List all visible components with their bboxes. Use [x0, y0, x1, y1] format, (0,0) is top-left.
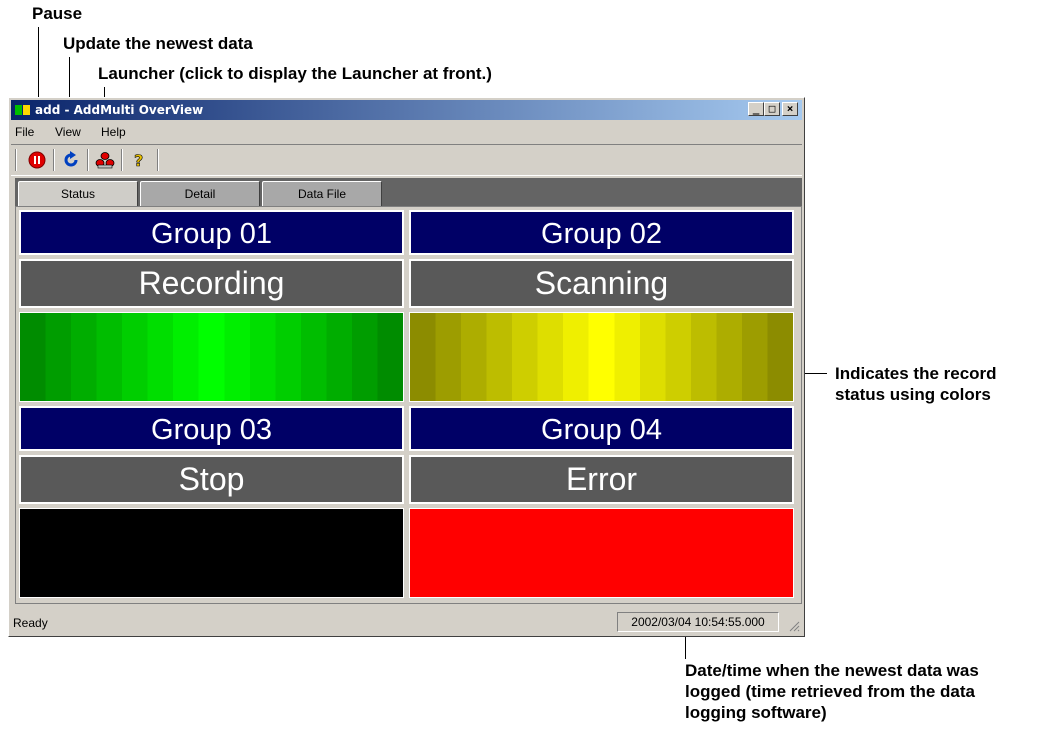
group-card: Group 04 Error: [409, 406, 794, 598]
last-data-time: 2002/03/04 10:54:55.000: [617, 612, 779, 632]
window-title: add - AddMulti OverView: [35, 103, 204, 117]
menu-bar: File View Help: [11, 122, 802, 141]
menu-file[interactable]: File: [15, 125, 34, 139]
launcher-icon: [95, 152, 115, 169]
toolbar-separator: [157, 149, 159, 171]
title-bar[interactable]: add - AddMulti OverView _ □ ×: [11, 100, 802, 120]
status-bar: Ready 2002/03/04 10:54:55.000: [11, 612, 802, 634]
group-status: Recording: [19, 259, 404, 308]
status-panel: Group 01 Recording Group 02 Scanning Gro…: [15, 206, 802, 604]
pause-icon: [28, 151, 46, 169]
status-text: Ready: [13, 616, 48, 630]
maximize-button[interactable]: □: [764, 102, 780, 116]
callout-update: Update the newest data: [63, 34, 253, 53]
tab-status[interactable]: Status: [18, 181, 138, 206]
minimize-button[interactable]: _: [748, 102, 764, 116]
toolbar-separator: [87, 149, 89, 171]
group-status: Scanning: [409, 259, 794, 308]
tab-strip: Status Detail Data File: [15, 178, 802, 206]
pause-button[interactable]: [25, 149, 49, 171]
tab-detail[interactable]: Detail: [140, 181, 260, 206]
close-button[interactable]: ×: [782, 102, 798, 116]
tab-data-file[interactable]: Data File: [262, 181, 382, 206]
group-card: Group 02 Scanning: [409, 210, 794, 402]
group-title: Group 01: [19, 210, 404, 255]
callout-record-status: Indicates the record status using colors: [835, 364, 997, 404]
group-color-indicator: [409, 508, 794, 598]
toolbar: ?: [11, 144, 802, 176]
toolbar-separator: [121, 149, 123, 171]
group-color-indicator: [409, 312, 794, 402]
help-icon: ?: [134, 151, 144, 169]
group-title: Group 03: [19, 406, 404, 451]
menu-view[interactable]: View: [55, 125, 81, 139]
menu-help[interactable]: Help: [101, 125, 126, 139]
group-status: Stop: [19, 455, 404, 504]
resize-grip-icon[interactable]: [788, 620, 800, 632]
group-title: Group 04: [409, 406, 794, 451]
launcher-button[interactable]: [93, 149, 117, 171]
group-card: Group 01 Recording: [19, 210, 404, 402]
toolbar-separator: [15, 149, 17, 171]
refresh-icon: [64, 151, 78, 167]
update-button[interactable]: [59, 149, 83, 171]
app-icon: [15, 105, 31, 115]
callout-datetime: Date/time when the newest data was logge…: [685, 661, 979, 722]
group-title: Group 02: [409, 210, 794, 255]
group-color-indicator: [19, 508, 404, 598]
callout-launcher: Launcher (click to display the Launcher …: [98, 64, 492, 83]
callout-pause: Pause: [32, 4, 83, 23]
svg-text:?: ?: [134, 151, 143, 169]
group-color-indicator: [19, 312, 404, 402]
group-status: Error: [409, 455, 794, 504]
app-window: add - AddMulti OverView _ □ × File View …: [8, 97, 805, 637]
group-card: Group 03 Stop: [19, 406, 404, 598]
toolbar-separator: [53, 149, 55, 171]
help-button[interactable]: ?: [127, 149, 151, 171]
